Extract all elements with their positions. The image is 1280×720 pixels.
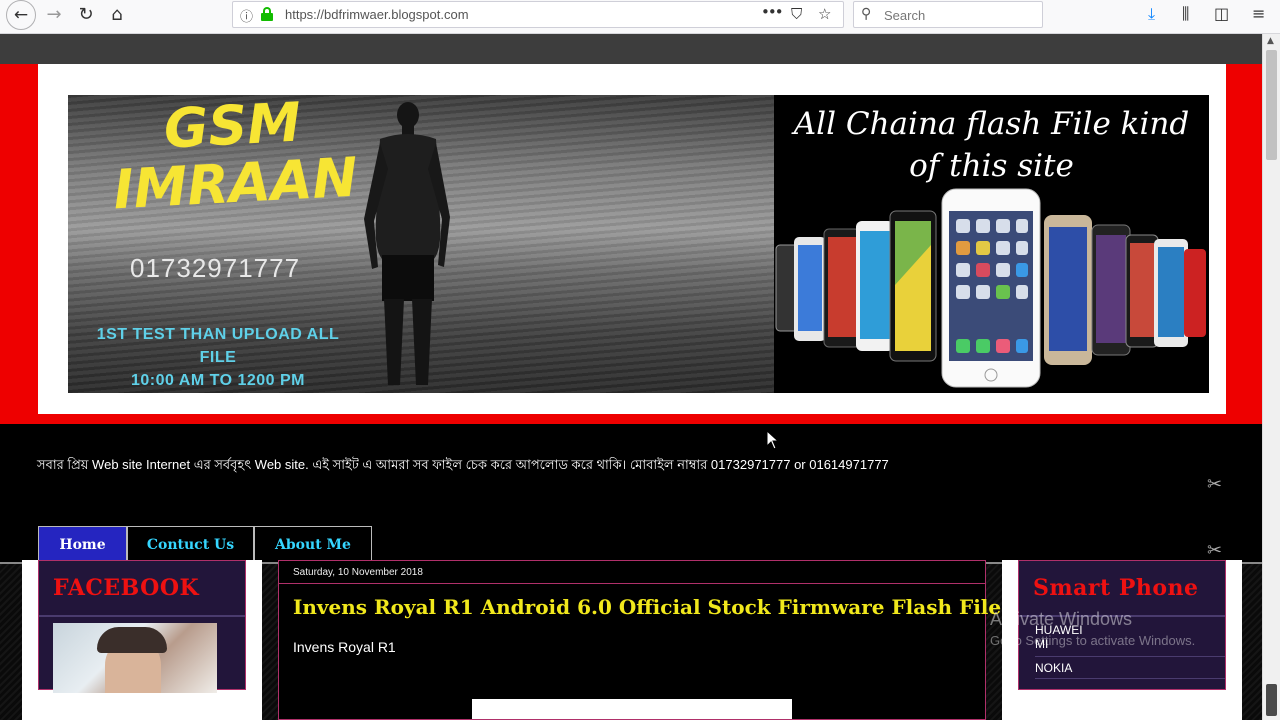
post-body: Invens Royal R1 <box>293 639 396 655</box>
browser-toolbar: ← → ↻ ⌂ ⓘ https://bdfrimwaer.blogspot.co… <box>0 0 1280 34</box>
windows-watermark-title: Activate Windows <box>990 609 1133 629</box>
post-title[interactable]: Invens Royal R1 Android 6.0 Official Sto… <box>293 595 1012 619</box>
mouse-cursor-icon <box>766 430 780 450</box>
widget-title: Smart Phone <box>1033 575 1199 601</box>
left-sidebar: FACEBOOK <box>22 560 262 720</box>
scroll-up-icon[interactable]: ▲ <box>1267 36 1274 46</box>
scrollbar-thumb[interactable] <box>1266 50 1277 160</box>
banner-left-photo: GSM IMRAAN 01732971777 1ST TEST THAN UPL… <box>68 95 774 393</box>
search-icon: ⚲ <box>861 6 872 22</box>
blog-post: Saturday, 10 November 2018 Invens Royal … <box>278 560 1012 720</box>
banner-caption: All Chaina flash File kind of this site <box>793 106 1190 184</box>
pocket-icon[interactable]: ⛉ <box>791 5 802 23</box>
windows-watermark-subtitle: Go to Settings to activate Windows. <box>990 633 1196 648</box>
scrollbar-thumb-lower[interactable] <box>1266 684 1277 716</box>
brand-link-nokia[interactable]: NOKIA <box>1035 661 1225 675</box>
site-tagline: সবার প্রিয় Web site Internet এর সর্ববৃহ… <box>37 457 889 472</box>
lock-icon <box>261 7 273 21</box>
forward-button[interactable]: → <box>40 3 68 27</box>
edit-tools-icon[interactable]: ✂ <box>1207 474 1222 495</box>
widget-title: FACEBOOK <box>53 575 200 601</box>
header-banner[interactable]: GSM IMRAAN 01732971777 1ST TEST THAN UPL… <box>68 95 1209 393</box>
info-icon[interactable]: ⓘ <box>240 6 253 25</box>
post-date: Saturday, 10 November 2018 <box>293 567 423 578</box>
sidebar-icon[interactable]: ◫ <box>1214 4 1229 23</box>
man-silhouette <box>364 102 450 385</box>
reload-button[interactable]: ↻ <box>72 3 100 27</box>
search-bar[interactable]: ⚲ <box>853 1 1043 28</box>
edit-tools-icon[interactable]: ✂ <box>1207 540 1222 561</box>
menu-icon[interactable]: ≡ <box>1252 4 1265 23</box>
phones-image <box>775 188 1206 388</box>
banner-schedule: 1ST TEST THAN UPLOAD ALL FILE 10:00 AM T… <box>78 323 358 392</box>
page-scrollbar[interactable]: ▲ <box>1262 34 1280 720</box>
downloads-icon[interactable]: ⤓ <box>1148 4 1155 24</box>
url-text[interactable]: https://bdfrimwaer.blogspot.com <box>285 7 469 22</box>
post-image[interactable] <box>472 699 792 719</box>
banner-right-phones: All Chaina flash File kind of this site <box>774 95 1209 393</box>
library-icon[interactable]: ⫼ <box>1182 4 1189 24</box>
banner-schedule-line1: 1ST TEST THAN UPLOAD ALL FILE <box>96 326 340 366</box>
banner-schedule-line2: 10:00 AM TO 1200 PM <box>130 372 305 389</box>
facebook-widget: FACEBOOK <box>38 560 246 693</box>
home-button[interactable]: ⌂ <box>103 3 131 27</box>
page-actions-icon[interactable]: ••• <box>761 3 784 21</box>
bookmark-star-icon[interactable]: ☆ <box>818 5 831 23</box>
search-input[interactable] <box>884 6 1034 24</box>
tab-home[interactable]: Home <box>38 526 127 563</box>
list-item[interactable]: NOKIA <box>1035 657 1225 679</box>
profile-photo[interactable] <box>53 623 217 693</box>
url-bar[interactable]: ⓘ https://bdfrimwaer.blogspot.com ••• ⛉ … <box>232 1 844 28</box>
back-button[interactable]: ← <box>6 0 36 30</box>
tab-about[interactable]: About Me <box>254 526 372 563</box>
banner-title: GSM IMRAAN <box>111 95 360 222</box>
top-strip <box>0 34 1262 64</box>
banner-phone: 01732971777 <box>130 253 301 283</box>
tab-contact[interactable]: Contuct Us <box>127 526 254 563</box>
